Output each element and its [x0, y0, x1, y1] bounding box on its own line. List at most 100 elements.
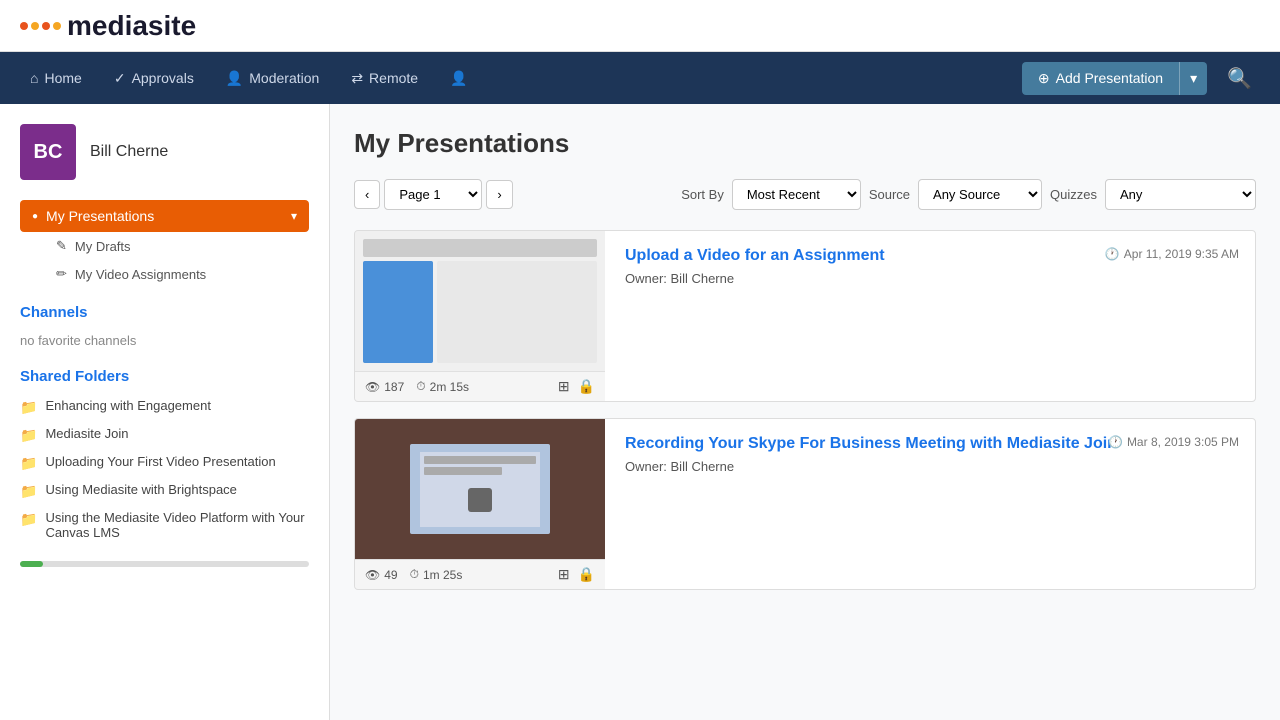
card-meta-bar: 👁 49 ⏱ 1m 25s ⊞ 🔒 [355, 559, 605, 589]
progress-bar [20, 561, 43, 567]
presentations-icon: ● [32, 211, 38, 222]
nav-moderation[interactable]: 👤 Moderation [212, 60, 333, 97]
card-date: 🕐 Apr 11, 2019 9:35 AM [1105, 247, 1239, 261]
card-date: 🕐 Mar 8, 2019 3:05 PM [1108, 435, 1239, 449]
duration: ⏱ 1m 25s [410, 567, 463, 582]
page-select[interactable]: Page 1 [384, 179, 482, 210]
thumbnail-wood [355, 419, 605, 559]
source-select[interactable]: Any Source Uploaded Recorded [918, 179, 1042, 210]
remote-icon: ⇄ [351, 70, 363, 87]
next-page-button[interactable]: › [486, 180, 512, 209]
logo-bar: mediasite [0, 0, 1280, 52]
home-icon: ⌂ [30, 70, 38, 86]
view-count: 👁 187 [365, 380, 404, 394]
source-label: Source [869, 187, 910, 202]
folder-icon: 📁 [20, 483, 37, 500]
nav-bar: ⌂ Home ✓ Approvals 👤 Moderation ⇄ Remote… [0, 52, 1280, 104]
sidebar-item-video-assignments[interactable]: ✏ My Video Assignments [20, 260, 309, 288]
presentation-card: 👁 49 ⏱ 1m 25s ⊞ 🔒 🕐 Mar 8, 201 [354, 418, 1256, 590]
screen-icon: ⊞ [558, 378, 570, 395]
quizzes-select[interactable]: Any With Quizzes Without Quizzes [1105, 179, 1256, 210]
screen-icon: ⊞ [558, 566, 570, 583]
eye-icon: 👁 [365, 568, 380, 582]
logo-dot-3 [42, 22, 50, 30]
prev-page-button[interactable]: ‹ [354, 180, 380, 209]
logo: mediasite [20, 10, 196, 42]
content-area: My Presentations ‹ Page 1 › Sort By Most… [330, 104, 1280, 720]
nav-left: ⌂ Home ✓ Approvals 👤 Moderation ⇄ Remote… [16, 60, 482, 97]
lock-icon: 🔒 [578, 378, 595, 395]
user-card: BC Bill Cherne [20, 124, 309, 180]
logo-dot-2 [31, 22, 39, 30]
logo-dots [20, 22, 61, 30]
drafts-icon: ✎ [56, 238, 67, 254]
folder-item[interactable]: 📁 Using Mediasite with Brightspace [20, 477, 309, 505]
meta-icons: ⊞ 🔒 [558, 378, 595, 395]
card-info: 🕐 Apr 11, 2019 9:35 AM Upload a Video fo… [605, 231, 1255, 401]
quizzes-label: Quizzes [1050, 187, 1097, 202]
add-icon: ⊕ [1038, 70, 1050, 87]
controls-bar: ‹ Page 1 › Sort By Most Recent Title Dat… [354, 179, 1256, 210]
moderation-icon: 👤 [226, 70, 243, 87]
logo-text: mediasite [67, 10, 196, 42]
sort-by-select[interactable]: Most Recent Title Date [732, 179, 861, 210]
sort-by-label: Sort By [681, 187, 724, 202]
add-presentation-button[interactable]: ⊕ Add Presentation [1022, 62, 1179, 95]
expand-icon: ▾ [291, 209, 297, 223]
thumb-sidebar [363, 261, 597, 363]
lock-icon: 🔒 [578, 566, 595, 583]
folder-icon: 📁 [20, 455, 37, 472]
nav-right: ⊕ Add Presentation ▾ 🔍 [1022, 58, 1264, 99]
assignments-icon: ✏ [56, 266, 67, 282]
thumb-inner [420, 452, 540, 527]
page-title: My Presentations [354, 128, 1256, 159]
no-channels-text: no favorite channels [20, 329, 309, 352]
pagination: ‹ Page 1 › [354, 179, 513, 210]
card-owner: Owner: Bill Cherne [625, 271, 1235, 286]
add-presentation-dropdown[interactable]: ▾ [1179, 62, 1207, 95]
sidebar: BC Bill Cherne ● My Presentations ▾ ✎ My… [0, 104, 330, 720]
logo-dot-1 [20, 22, 28, 30]
thumb-nav [363, 261, 433, 363]
nav-home[interactable]: ⌂ Home [16, 60, 96, 96]
add-presentation-group: ⊕ Add Presentation ▾ [1022, 62, 1207, 95]
approvals-icon: ✓ [114, 70, 126, 87]
card-thumbnail: 👁 187 ⏱ 2m 15s ⊞ 🔒 [355, 231, 605, 401]
nav-profile[interactable]: 👤 [436, 60, 481, 97]
thumb-header [363, 239, 597, 257]
card-thumbnail: 👁 49 ⏱ 1m 25s ⊞ 🔒 [355, 419, 605, 589]
meta-icons: ⊞ 🔒 [558, 566, 595, 583]
eye-icon: 👁 [365, 380, 380, 394]
sidebar-bottom [20, 561, 309, 567]
avatar: BC [20, 124, 76, 180]
thumb-screen [410, 444, 550, 534]
nav-approvals[interactable]: ✓ Approvals [100, 60, 208, 97]
nav-remote[interactable]: ⇄ Remote [337, 60, 432, 97]
view-count: 👁 49 [365, 568, 398, 582]
main-layout: BC Bill Cherne ● My Presentations ▾ ✎ My… [0, 104, 1280, 720]
search-icon: 🔍 [1227, 68, 1252, 90]
presentation-card: 👁 187 ⏱ 2m 15s ⊞ 🔒 🕐 Apr 11, 2 [354, 230, 1256, 402]
thumb-row [424, 467, 502, 475]
channels-section-title: Channels [20, 304, 309, 321]
date-icon: 🕐 [1108, 435, 1123, 449]
folder-item[interactable]: 📁 Mediasite Join [20, 421, 309, 449]
folder-icon: 📁 [20, 511, 37, 528]
card-meta-bar: 👁 187 ⏱ 2m 15s ⊞ 🔒 [355, 371, 605, 401]
filter-group: Sort By Most Recent Title Date Source An… [681, 179, 1256, 210]
sidebar-item-my-presentations[interactable]: ● My Presentations ▾ [20, 200, 309, 232]
folder-item[interactable]: 📁 Uploading Your First Video Presentatio… [20, 449, 309, 477]
profile-icon: 👤 [450, 70, 467, 87]
folder-item[interactable]: 📁 Enhancing with Engagement [20, 393, 309, 421]
logo-dot-4 [53, 22, 61, 30]
sidebar-item-my-drafts[interactable]: ✎ My Drafts [20, 232, 309, 260]
folder-icon: 📁 [20, 427, 37, 444]
card-info: 🕐 Mar 8, 2019 3:05 PM Recording Your Sky… [605, 419, 1255, 589]
thumb-icon [468, 488, 492, 512]
thumb-row [424, 456, 536, 464]
search-button[interactable]: 🔍 [1215, 58, 1264, 99]
folder-item[interactable]: 📁 Using the Mediasite Video Platform wit… [20, 505, 309, 545]
card-owner: Owner: Bill Cherne [625, 459, 1235, 474]
user-name: Bill Cherne [90, 143, 168, 161]
progress-bar-container [20, 561, 309, 567]
